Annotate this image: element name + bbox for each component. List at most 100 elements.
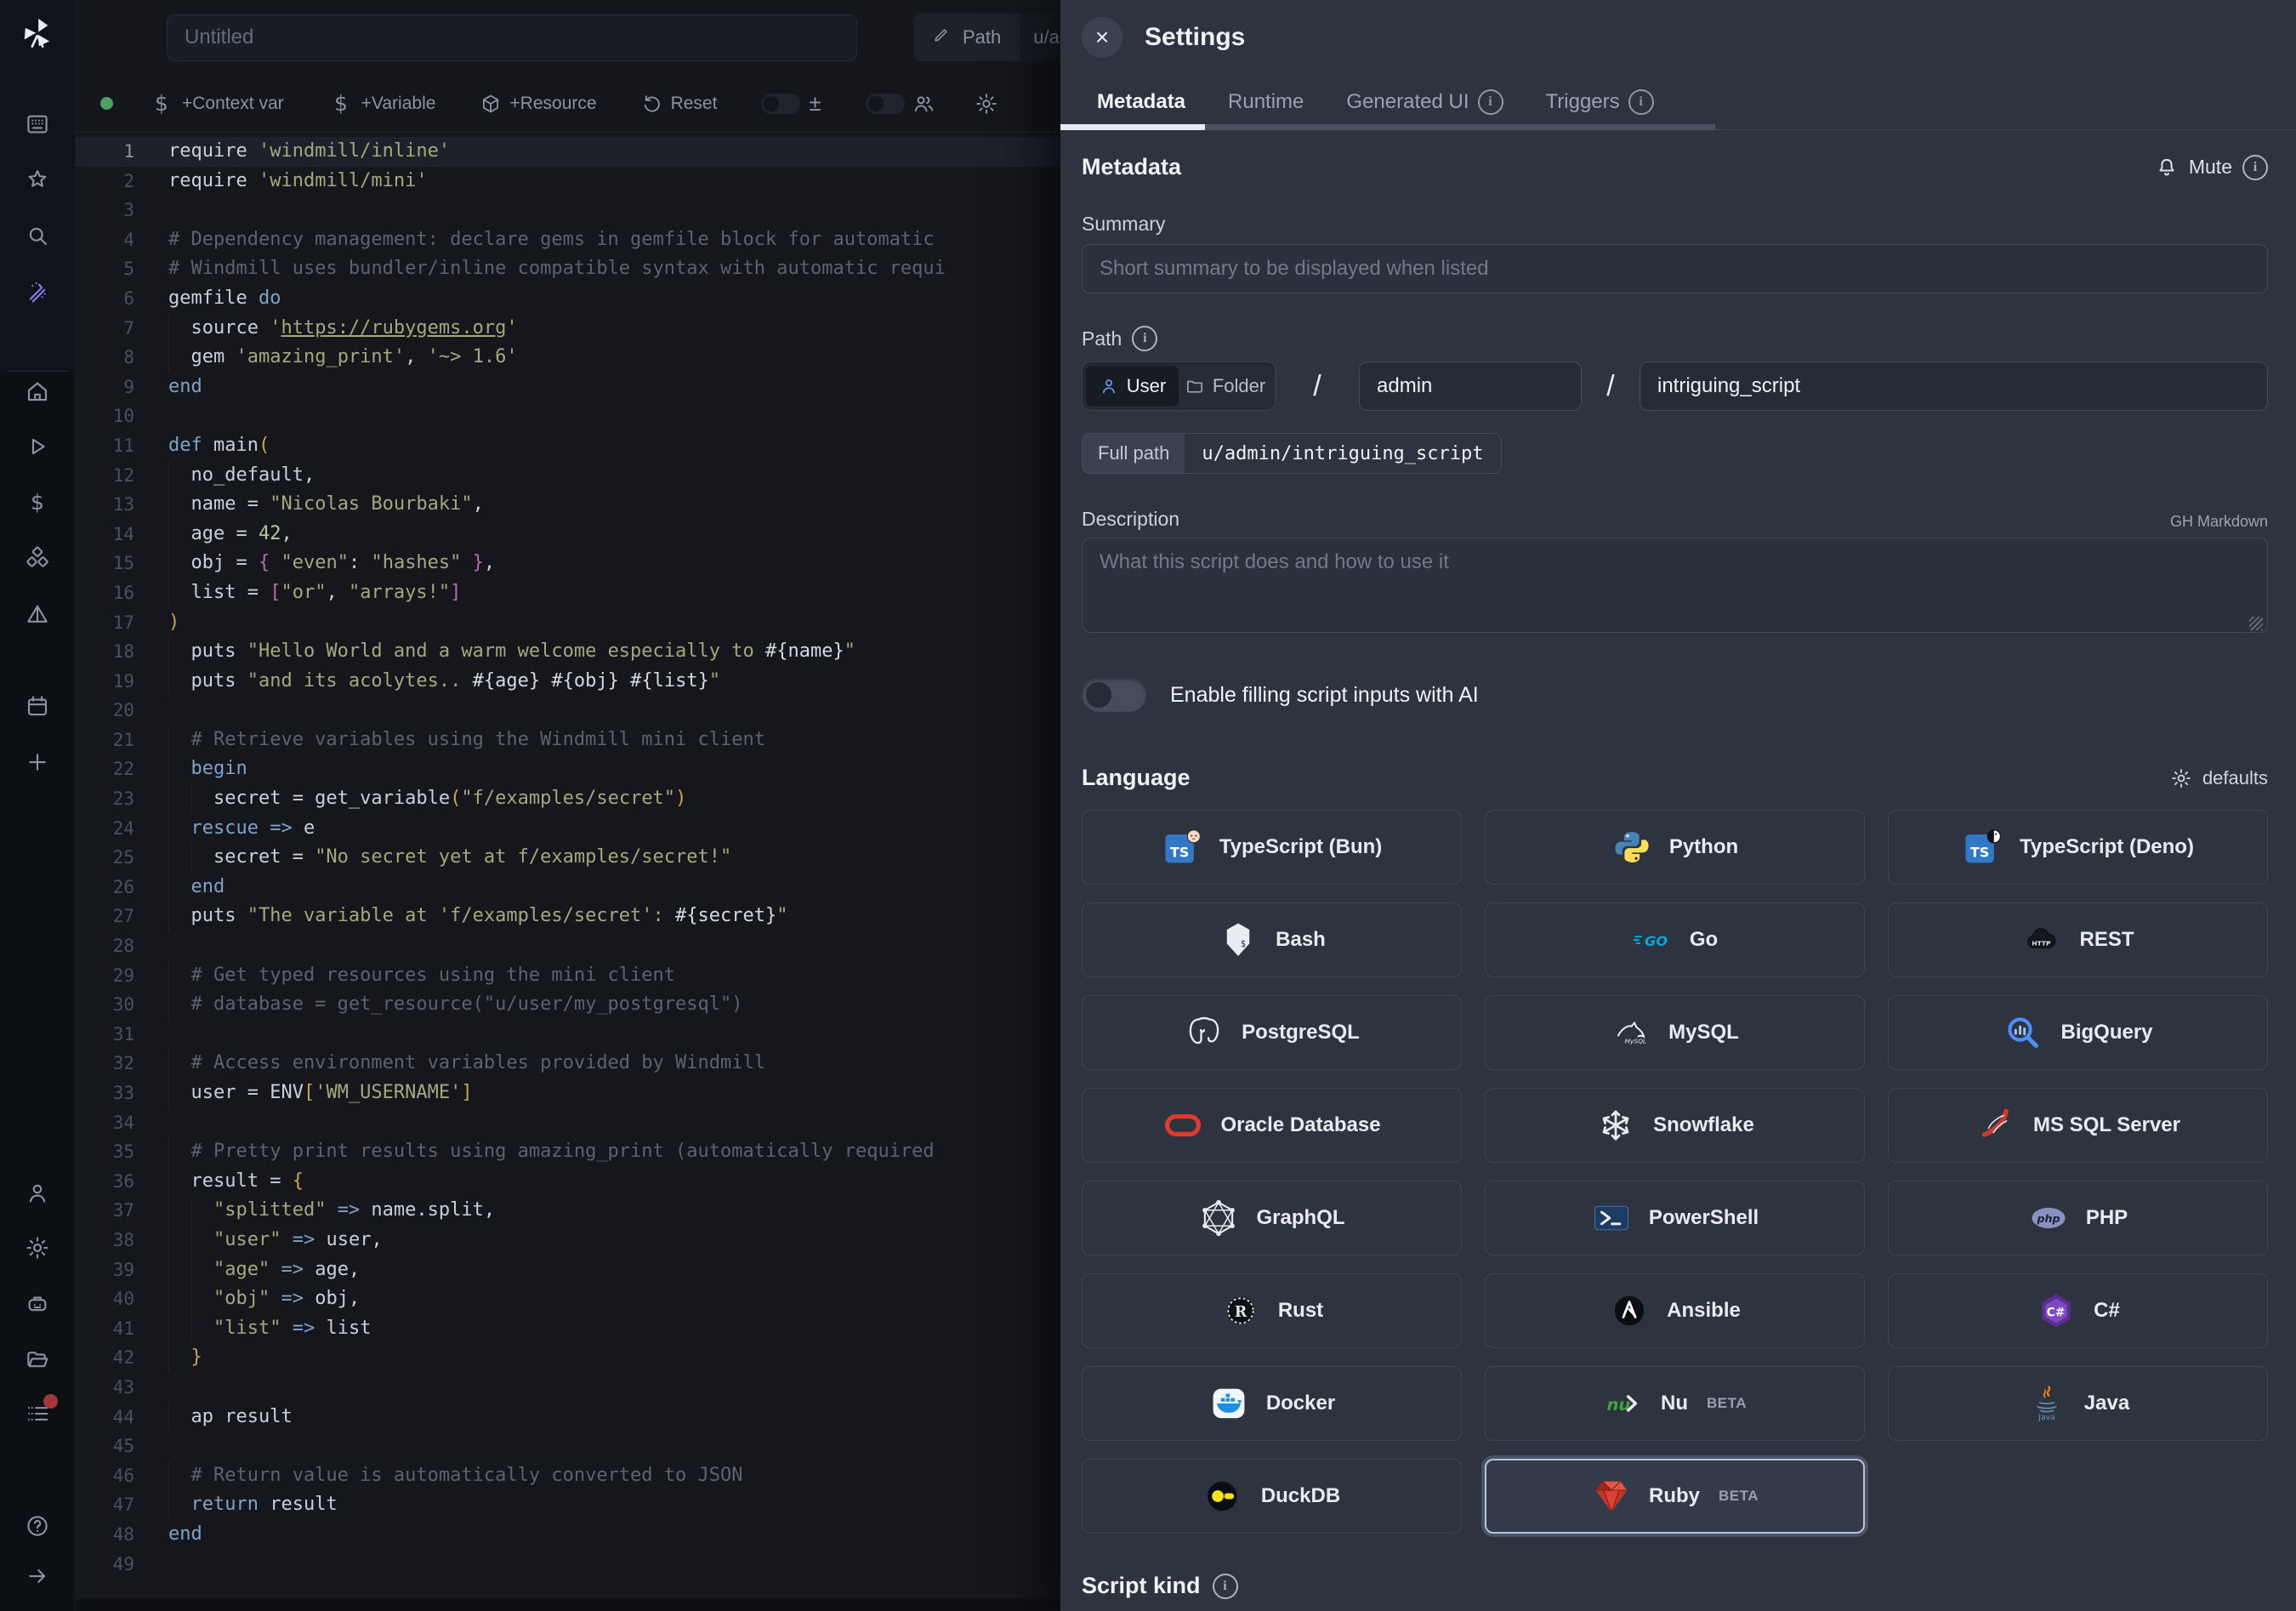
path-button-label: Path (963, 26, 1001, 48)
language-card-postgresql[interactable]: PostgreSQL (1082, 995, 1462, 1070)
ai-inputs-toggle[interactable] (1082, 678, 1146, 712)
language-card-powershell[interactable]: PowerShell (1485, 1181, 1865, 1255)
language-card-typescript-deno[interactable]: TSTypeScript (Deno) (1888, 810, 2268, 885)
language-card-bash[interactable]: $Bash (1082, 902, 1462, 977)
path-slash: / (1276, 370, 1359, 403)
sidebar-item-home[interactable] (0, 365, 75, 418)
language-card-mysql[interactable]: MySQLMySQL (1485, 995, 1865, 1070)
path-slash-2: / (1582, 370, 1640, 403)
sidebar-item-collapse-arrow[interactable] (0, 1550, 75, 1602)
user-icon (25, 1181, 50, 1206)
sidebar-item-user[interactable] (0, 1167, 75, 1220)
tab-runtime[interactable]: Runtime (1213, 75, 1319, 129)
pyramid-icon (25, 601, 50, 627)
mute-button[interactable]: Mute i (2155, 155, 2268, 180)
mute-info-icon[interactable]: i (2242, 155, 2268, 180)
sidebar-item-app-window[interactable] (0, 98, 75, 151)
language-card-snowflake[interactable]: Snowflake (1485, 1088, 1865, 1163)
language-card-csharp[interactable]: C#C# (1888, 1273, 2268, 1348)
sidebar-item-magic-wand[interactable] (0, 265, 75, 318)
nu-icon: nu (1603, 1383, 1644, 1424)
editor-settings-gear-icon[interactable] (975, 92, 998, 116)
path-info-icon[interactable]: i (1132, 326, 1157, 351)
folder-icon (25, 1346, 50, 1372)
close-icon[interactable]: × (1082, 17, 1122, 58)
rust-icon: R (1220, 1290, 1261, 1331)
description-textarea[interactable] (1082, 538, 2268, 633)
language-card-java[interactable]: JavaJava (1888, 1366, 2268, 1441)
owner-input[interactable] (1359, 361, 1582, 411)
bash-icon: $ (1218, 919, 1259, 960)
language-card-typescript-bun[interactable]: TSTypeScript (Bun) (1082, 810, 1462, 885)
svg-text:GO: GO (1645, 933, 1668, 949)
toolbar-variable-button[interactable]: $+Variable (328, 91, 436, 117)
language-card-duckdb[interactable]: DuckDB (1082, 1459, 1462, 1534)
tab-triggers[interactable]: Triggersi (1531, 75, 1669, 129)
sidebar-item-star[interactable] (0, 154, 75, 207)
person-icon (1099, 376, 1119, 396)
svg-text:MySQL: MySQL (1625, 1038, 1647, 1045)
toolbar-resource-button[interactable]: +Resource (480, 93, 596, 115)
python-icon (1611, 827, 1652, 868)
svg-text:$: $ (1241, 939, 1246, 949)
beta-badge: BETA (1707, 1395, 1747, 1412)
java-icon: Java (2026, 1383, 2067, 1424)
sidebar-item-runs-list[interactable] (0, 1387, 75, 1440)
sidebar-item-dollar[interactable]: $ (0, 476, 75, 529)
language-card-rust[interactable]: RRust (1082, 1273, 1462, 1348)
typescript-deno-icon: TS (1962, 827, 2003, 868)
full-path-label: Full path (1083, 434, 1185, 473)
language-card-ansible[interactable]: Ansible (1485, 1273, 1865, 1348)
oracle-icon (1162, 1105, 1203, 1146)
sidebar-item-cubes[interactable] (0, 532, 75, 584)
owner-kind-user[interactable]: User (1086, 366, 1179, 407)
sidebar-item-help[interactable] (0, 1500, 75, 1552)
toolbar-contextvar-button[interactable]: $+Context var (149, 91, 284, 117)
postgresql-icon (1184, 1012, 1225, 1053)
sidebar-item-gear[interactable] (0, 1221, 75, 1274)
sidebar-item-plus[interactable] (0, 736, 75, 788)
script-kind-info-icon[interactable]: i (1213, 1574, 1238, 1599)
language-card-rest[interactable]: HTTPREST (1888, 902, 2268, 977)
language-card-graphql[interactable]: GraphQL (1082, 1181, 1462, 1255)
typescript-bun-icon: TS (1162, 827, 1202, 868)
sidebar-item-pyramid[interactable] (0, 588, 75, 640)
owner-kind-folder[interactable]: Folder (1179, 366, 1271, 407)
collapse-arrow-icon (25, 1563, 50, 1589)
ansible-icon (1609, 1290, 1650, 1331)
language-card-bigquery[interactable]: BigQuery (1888, 995, 2268, 1070)
sidebar-item-search[interactable] (0, 209, 75, 262)
script-name-input[interactable] (1640, 361, 2268, 411)
sidebar-item-robot[interactable] (0, 1277, 75, 1329)
full-path-value: u/admin/intriguing_script (1185, 434, 1500, 473)
language-card-mssql[interactable]: MS SQL Server (1888, 1088, 2268, 1163)
sidebar-item-play[interactable] (0, 420, 75, 473)
windmill-logo-icon[interactable] (0, 7, 75, 60)
settings-header: × Settings (1060, 0, 2296, 75)
rest-icon: HTTP (2021, 919, 2062, 960)
multiplayer-toggle[interactable] (866, 94, 905, 114)
toolbar-reset-button[interactable]: Reset (641, 93, 718, 115)
tab-metadata[interactable]: Metadata (1082, 75, 1201, 129)
language-card-python[interactable]: Python (1485, 810, 1865, 885)
svg-text:TS: TS (1170, 845, 1190, 861)
language-card-docker[interactable]: Docker (1082, 1366, 1462, 1441)
svg-text:HTTP: HTTP (2032, 939, 2052, 947)
sidebar-item-folder[interactable] (0, 1333, 75, 1386)
defaults-label: defaults (2202, 767, 2268, 789)
script-kind-heading: Script kind (1082, 1573, 1201, 1599)
diff-mode-toggle[interactable] (761, 94, 800, 114)
language-card-oracle[interactable]: Oracle Database (1082, 1088, 1462, 1163)
bigquery-icon (2003, 1012, 2043, 1053)
app-window-icon (25, 111, 50, 137)
language-card-ruby[interactable]: RubyBETA (1485, 1459, 1865, 1534)
sidebar-item-calendar[interactable] (0, 680, 75, 732)
language-card-php[interactable]: phpPHP (1888, 1181, 2268, 1255)
tab-generated-ui[interactable]: Generated UIi (1331, 75, 1518, 129)
summary-input[interactable] (1082, 244, 2268, 293)
language-defaults-button[interactable]: defaults (2170, 767, 2268, 789)
language-card-go[interactable]: GOGo (1485, 902, 1865, 977)
svg-text:$: $ (334, 91, 348, 116)
script-title-input[interactable] (167, 14, 857, 61)
language-card-nu[interactable]: nuNuBETA (1485, 1366, 1865, 1441)
